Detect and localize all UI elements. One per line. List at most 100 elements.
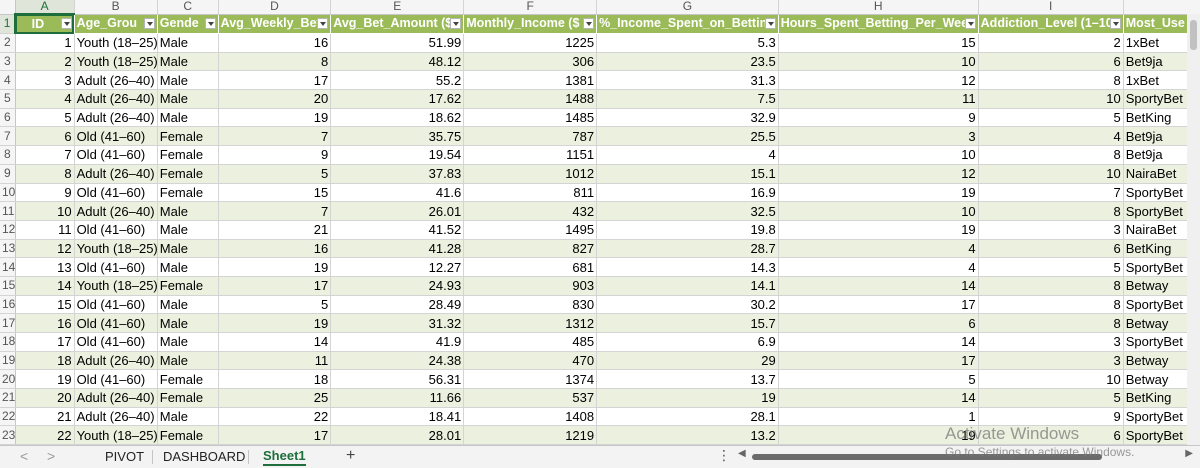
column-letter[interactable]: A <box>15 0 74 14</box>
add-sheet-button[interactable]: + <box>346 447 355 465</box>
table-cell[interactable]: 32.5 <box>597 202 779 221</box>
table-cell[interactable]: 1151 <box>464 146 597 165</box>
table-cell[interactable]: Male <box>157 52 218 71</box>
header-cell[interactable]: ID <box>15 14 74 34</box>
table-cell[interactable]: 37.83 <box>331 164 464 183</box>
table-cell[interactable]: 19 <box>218 258 331 277</box>
table-cell[interactable]: Old (41–60) <box>74 183 157 202</box>
filter-dropdown-icon[interactable] <box>583 18 594 29</box>
table-cell[interactable]: 16 <box>218 239 331 258</box>
header-cell[interactable]: Avg_Weekly_Bet <box>218 14 331 34</box>
filter-dropdown-icon[interactable] <box>205 18 216 29</box>
table-cell[interactable]: 15 <box>15 295 74 314</box>
table-cell[interactable]: Adult (26–40) <box>74 164 157 183</box>
table-cell[interactable]: 12.27 <box>331 258 464 277</box>
row-number[interactable]: 11 <box>0 202 15 221</box>
header-cell[interactable]: Age_Grou <box>74 14 157 34</box>
table-cell[interactable]: 8 <box>15 164 74 183</box>
table-cell[interactable]: 13.2 <box>597 426 779 445</box>
table-cell[interactable]: 35.75 <box>331 127 464 146</box>
table-cell[interactable]: 3 <box>778 127 978 146</box>
prev-sheet-arrow-icon[interactable]: < <box>20 448 28 464</box>
table-cell[interactable]: 1012 <box>464 164 597 183</box>
table-cell[interactable]: 19.54 <box>331 146 464 165</box>
table-cell[interactable]: 5 <box>218 295 331 314</box>
table-cell[interactable]: 41.6 <box>331 183 464 202</box>
table-cell[interactable]: 6 <box>778 314 978 333</box>
table-cell[interactable]: 22 <box>218 407 331 426</box>
row-number[interactable]: 10 <box>0 183 15 202</box>
table-cell[interactable]: 9 <box>218 146 331 165</box>
column-letter[interactable]: D <box>218 0 331 14</box>
table-cell[interactable]: Youth (18–25) <box>74 276 157 295</box>
table-cell[interactable]: 5 <box>978 108 1123 127</box>
column-letter[interactable]: B <box>74 0 157 14</box>
select-all-corner[interactable] <box>0 0 15 14</box>
table-cell[interactable]: Adult (26–40) <box>74 202 157 221</box>
table-cell[interactable]: 1219 <box>464 426 597 445</box>
row-number[interactable]: 6 <box>0 108 15 127</box>
table-cell[interactable]: 811 <box>464 183 597 202</box>
filter-dropdown-icon[interactable] <box>144 18 155 29</box>
table-cell[interactable]: 7 <box>15 146 74 165</box>
table-cell[interactable]: 19 <box>778 183 978 202</box>
header-cell[interactable]: Gende <box>157 14 218 34</box>
column-letter[interactable]: G <box>597 0 779 14</box>
table-cell[interactable]: 432 <box>464 202 597 221</box>
table-cell[interactable]: 14 <box>218 333 331 352</box>
table-cell[interactable]: Female <box>157 370 218 389</box>
table-cell[interactable]: 17 <box>218 276 331 295</box>
filter-dropdown-icon[interactable] <box>450 18 461 29</box>
table-cell[interactable]: 19 <box>597 389 779 408</box>
tab-dashboard[interactable]: DASHBOARD <box>163 449 245 464</box>
table-cell[interactable]: 485 <box>464 333 597 352</box>
filter-dropdown-icon[interactable] <box>765 18 776 29</box>
table-cell[interactable]: 3 <box>15 71 74 90</box>
table-cell[interactable]: 13 <box>15 258 74 277</box>
table-cell[interactable]: 3 <box>978 351 1123 370</box>
filter-dropdown-icon[interactable] <box>965 18 976 29</box>
table-cell[interactable]: 10 <box>978 164 1123 183</box>
table-cell[interactable]: 7 <box>218 202 331 221</box>
table-cell[interactable]: 10 <box>15 202 74 221</box>
table-cell[interactable]: 15 <box>778 34 978 53</box>
table-cell[interactable]: Male <box>157 314 218 333</box>
table-cell[interactable]: 18.41 <box>331 407 464 426</box>
table-cell[interactable]: 10 <box>978 370 1123 389</box>
table-cell[interactable]: 12 <box>778 164 978 183</box>
table-cell[interactable]: 1408 <box>464 407 597 426</box>
table-cell[interactable]: 16 <box>218 34 331 53</box>
table-cell[interactable]: 31.3 <box>597 71 779 90</box>
table-cell[interactable]: 26.01 <box>331 202 464 221</box>
table-cell[interactable]: Female <box>157 389 218 408</box>
row-number[interactable]: 16 <box>0 295 15 314</box>
header-cell[interactable]: Addiction_Level (1–10 <box>978 14 1123 34</box>
table-cell[interactable]: 15 <box>218 183 331 202</box>
table-cell[interactable]: 4 <box>778 258 978 277</box>
vertical-scrollbar[interactable] <box>1187 14 1200 445</box>
row-number[interactable]: 2 <box>0 34 15 53</box>
column-letter[interactable]: C <box>157 0 218 14</box>
table-cell[interactable]: Youth (18–25) <box>74 239 157 258</box>
table-cell[interactable]: 9 <box>778 108 978 127</box>
row-number[interactable]: 8 <box>0 146 15 165</box>
table-cell[interactable]: 56.31 <box>331 370 464 389</box>
table-cell[interactable]: 9 <box>15 183 74 202</box>
table-cell[interactable]: 5 <box>978 389 1123 408</box>
table-cell[interactable]: Adult (26–40) <box>74 389 157 408</box>
table-cell[interactable]: 20 <box>15 389 74 408</box>
table-cell[interactable]: 18 <box>218 370 331 389</box>
table-cell[interactable]: 10 <box>978 90 1123 109</box>
table-cell[interactable]: 19 <box>218 314 331 333</box>
table-cell[interactable]: 2 <box>15 52 74 71</box>
table-cell[interactable]: 827 <box>464 239 597 258</box>
column-letter[interactable] <box>1123 0 1200 14</box>
table-cell[interactable]: 10 <box>778 202 978 221</box>
table-cell[interactable]: 12 <box>778 71 978 90</box>
table-cell[interactable]: Adult (26–40) <box>74 90 157 109</box>
header-cell[interactable]: Monthly_Income ($ <box>464 14 597 34</box>
table-cell[interactable]: Old (41–60) <box>74 127 157 146</box>
table-cell[interactable]: Male <box>157 202 218 221</box>
table-cell[interactable]: Old (41–60) <box>74 258 157 277</box>
table-cell[interactable]: 28.7 <box>597 239 779 258</box>
